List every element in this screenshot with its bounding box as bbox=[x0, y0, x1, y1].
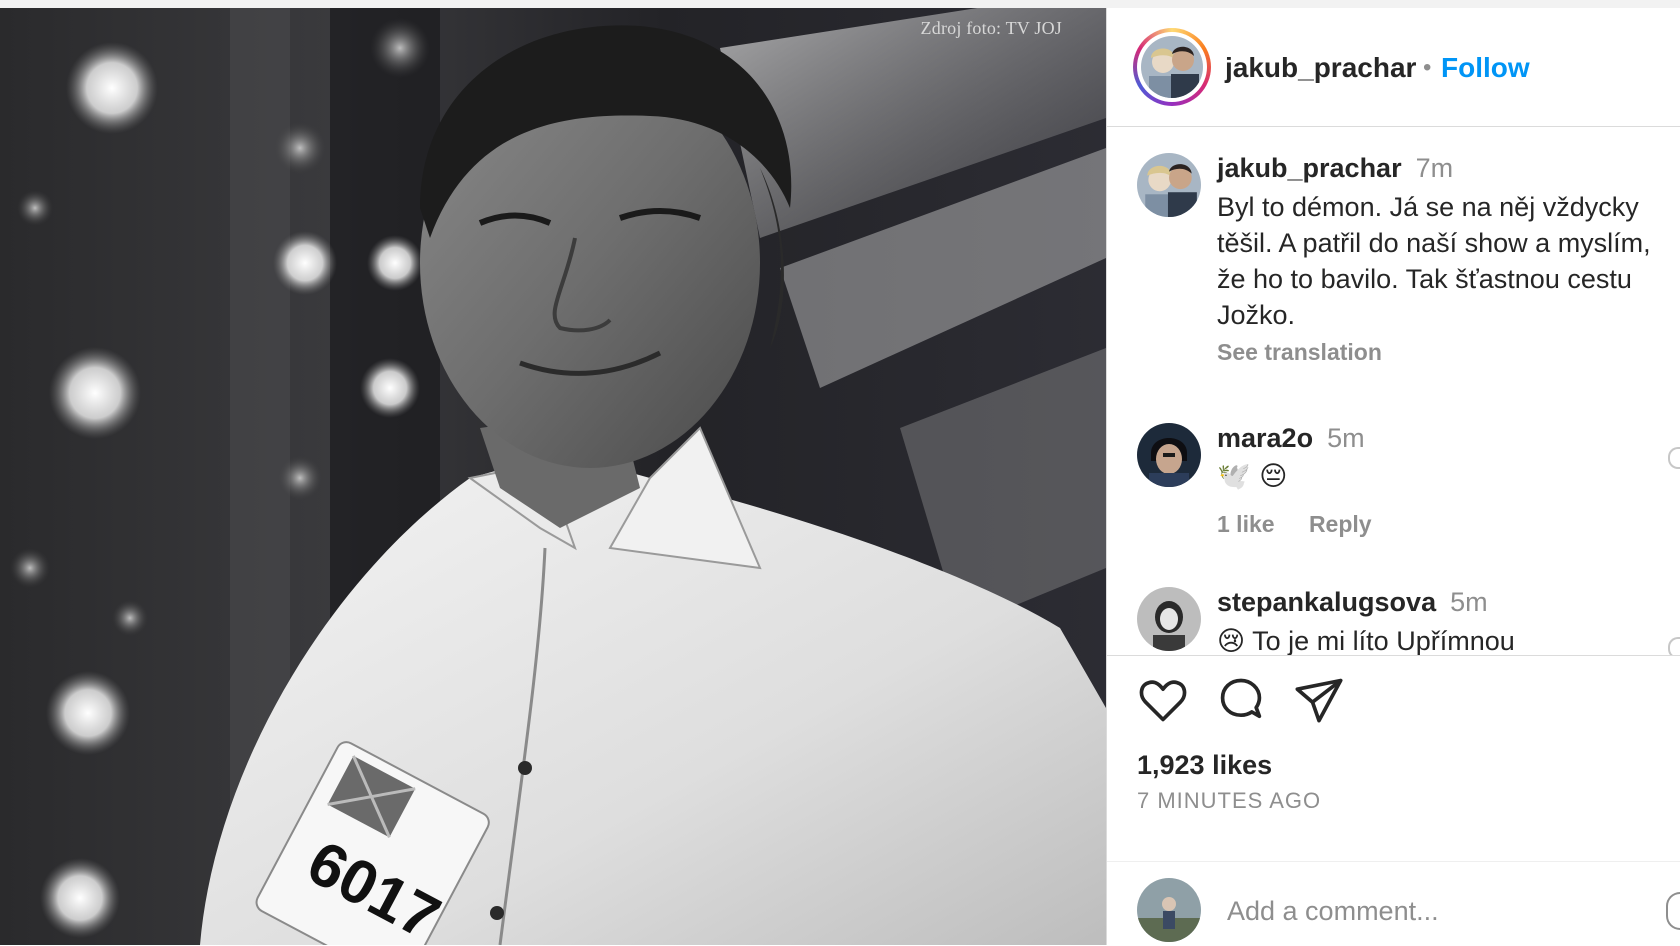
current-user-avatar bbox=[1137, 878, 1201, 942]
paper-plane-icon[interactable] bbox=[1293, 674, 1345, 726]
caption-text: Byl to démon. Já se na něj vždycky těšil… bbox=[1217, 192, 1651, 330]
comments-list[interactable]: jakub_prachar 7m Byl to démon. Já se na n… bbox=[1107, 127, 1680, 656]
comment-bubble-icon[interactable] bbox=[1215, 674, 1267, 726]
comment-time[interactable]: 5m bbox=[1327, 423, 1365, 453]
post-side-panel: jakub_prachar • Follow jakub_prachar 7m B… bbox=[1107, 8, 1680, 945]
commenter-avatar[interactable] bbox=[1137, 587, 1201, 651]
comment-time[interactable]: 5m bbox=[1450, 587, 1488, 617]
caption-username[interactable]: jakub_prachar 7m bbox=[1217, 153, 1453, 184]
top-strip bbox=[0, 0, 1680, 8]
author-username[interactable]: jakub_prachar bbox=[1225, 52, 1416, 84]
post-photo[interactable]: 6017 Zdroj foto: TV JOJ bbox=[0, 8, 1106, 945]
photo-credit: Zdroj foto: TV JOJ bbox=[920, 18, 1062, 38]
comment-meta: 1 like Reply bbox=[1217, 511, 1400, 538]
comment-like-icon[interactable] bbox=[1668, 637, 1680, 655]
likes-count[interactable]: 1,923 likes bbox=[1137, 750, 1272, 781]
author-avatar[interactable] bbox=[1141, 36, 1203, 98]
see-translation-text[interactable]: See translation bbox=[1217, 339, 1382, 365]
story-ring[interactable] bbox=[1133, 28, 1211, 106]
comment-username[interactable]: stepankalugsova 5m bbox=[1217, 587, 1488, 618]
comment-username[interactable]: mara2o 5m bbox=[1217, 423, 1365, 454]
reply-button[interactable]: Reply bbox=[1309, 511, 1372, 537]
comment-username-text[interactable]: stepankalugsova bbox=[1217, 587, 1436, 617]
post-header: jakub_prachar • Follow bbox=[1107, 8, 1680, 127]
commenter-avatar[interactable] bbox=[1137, 423, 1201, 487]
photo-illustration: 6017 bbox=[0, 8, 1106, 945]
comment-input[interactable] bbox=[1225, 890, 1649, 932]
see-translation-link[interactable]: See translation bbox=[1217, 339, 1410, 366]
comment-username-text[interactable]: mara2o bbox=[1217, 423, 1313, 453]
caption-time[interactable]: 7m bbox=[1416, 153, 1454, 183]
add-comment-row bbox=[1107, 861, 1680, 946]
heart-icon[interactable] bbox=[1137, 674, 1189, 726]
separator-dot: • bbox=[1423, 54, 1432, 81]
comment-likes-count[interactable]: 1 like bbox=[1217, 511, 1275, 537]
caption-author-avatar[interactable] bbox=[1137, 153, 1201, 217]
caption-username-text[interactable]: jakub_prachar bbox=[1217, 153, 1402, 183]
comment-text: 😢 To je mi líto Upřímnou bbox=[1217, 626, 1515, 656]
comment-text: 🕊️ 😔 bbox=[1217, 461, 1288, 492]
emoji-icon[interactable] bbox=[1666, 892, 1680, 930]
follow-button[interactable]: Follow bbox=[1441, 52, 1530, 84]
post-timestamp[interactable]: 7 MINUTES AGO bbox=[1137, 788, 1321, 814]
comment-like-icon[interactable] bbox=[1668, 447, 1680, 469]
